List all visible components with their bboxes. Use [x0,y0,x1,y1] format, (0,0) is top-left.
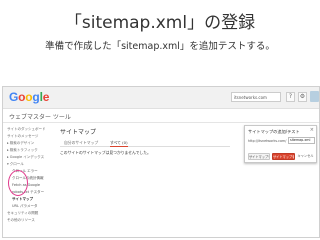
sidebar-item-dashboard[interactable]: サイトのダッシュボード [3,126,53,133]
sidebar-item-security-issues[interactable]: セキュリティの問題 [3,210,53,217]
settings-button[interactable]: ⚙ [298,92,307,102]
slide-subtitle: 準備で作成した「sitemap.xml」を追加テストする。 [45,41,275,52]
help-button[interactable]: ? [286,92,295,102]
avatar[interactable] [310,91,319,102]
tab-my-sitemaps[interactable]: 自分のサイトマップ [64,139,98,147]
app-title: ウェブマスター ツール [9,114,71,121]
webmaster-tools-screenshot: Google itsnetworks.com ? ⚙ ウェブマスター ツール サ… [2,86,320,238]
slide-title: 「sitemap.xml」の登録 [64,13,256,33]
sidebar-item-messages[interactable]: サイトのメッセージ [3,133,53,140]
dialog-title: サイトマップの追加/テスト [248,129,300,134]
page-title: サイトマップ [60,129,97,136]
main-content: サイトマップ 自分のサイトマップ すべて (0) このサイトのサイトマップは見つ… [57,124,235,237]
app-title-bar: ウェブマスター ツール [3,109,319,123]
sitemap-tabs: 自分のサイトマップ すべて (0) [60,139,230,147]
site-url-prefix: http://itsnetworks.com/ [248,139,287,143]
sidebar-item-other-resources[interactable]: その他のリソース [3,217,53,224]
tab-all[interactable]: すべて (0) [110,139,128,147]
top-bar: Google itsnetworks.com ? ⚙ [3,87,319,109]
sidebar-item-google-index[interactable]: Google インデックス [3,154,53,161]
sitemap-path-input[interactable]: sitemap.xml [288,137,315,144]
cancel-button[interactable]: キャンセル [297,153,314,160]
highlight-circle [8,170,28,196]
sidebar-item-sitemaps[interactable]: サイトマップ [3,196,53,203]
add-sitemap-dialog: サイトマップの追加/テスト × http://itsnetworks.com/ … [244,125,317,163]
sidebar-item-search-appearance[interactable]: 検索のデザイン [3,140,53,147]
site-selector[interactable]: itsnetworks.com [231,92,281,102]
submit-sitemap-button[interactable]: サイトマップを送信 [248,153,270,160]
empty-message: このサイトのサイトマップは見つかりませんでした。 [60,150,151,155]
sidebar-item-crawl[interactable]: クロール [3,161,53,168]
sidebar-item-url-parameters[interactable]: URL パラメータ [3,203,53,210]
sidebar-item-search-traffic[interactable]: 検索トラフィック [3,147,53,154]
google-logo: Google [9,90,50,104]
test-sitemap-button[interactable]: サイトマップをテスト [272,153,295,160]
close-icon[interactable]: × [310,127,314,133]
